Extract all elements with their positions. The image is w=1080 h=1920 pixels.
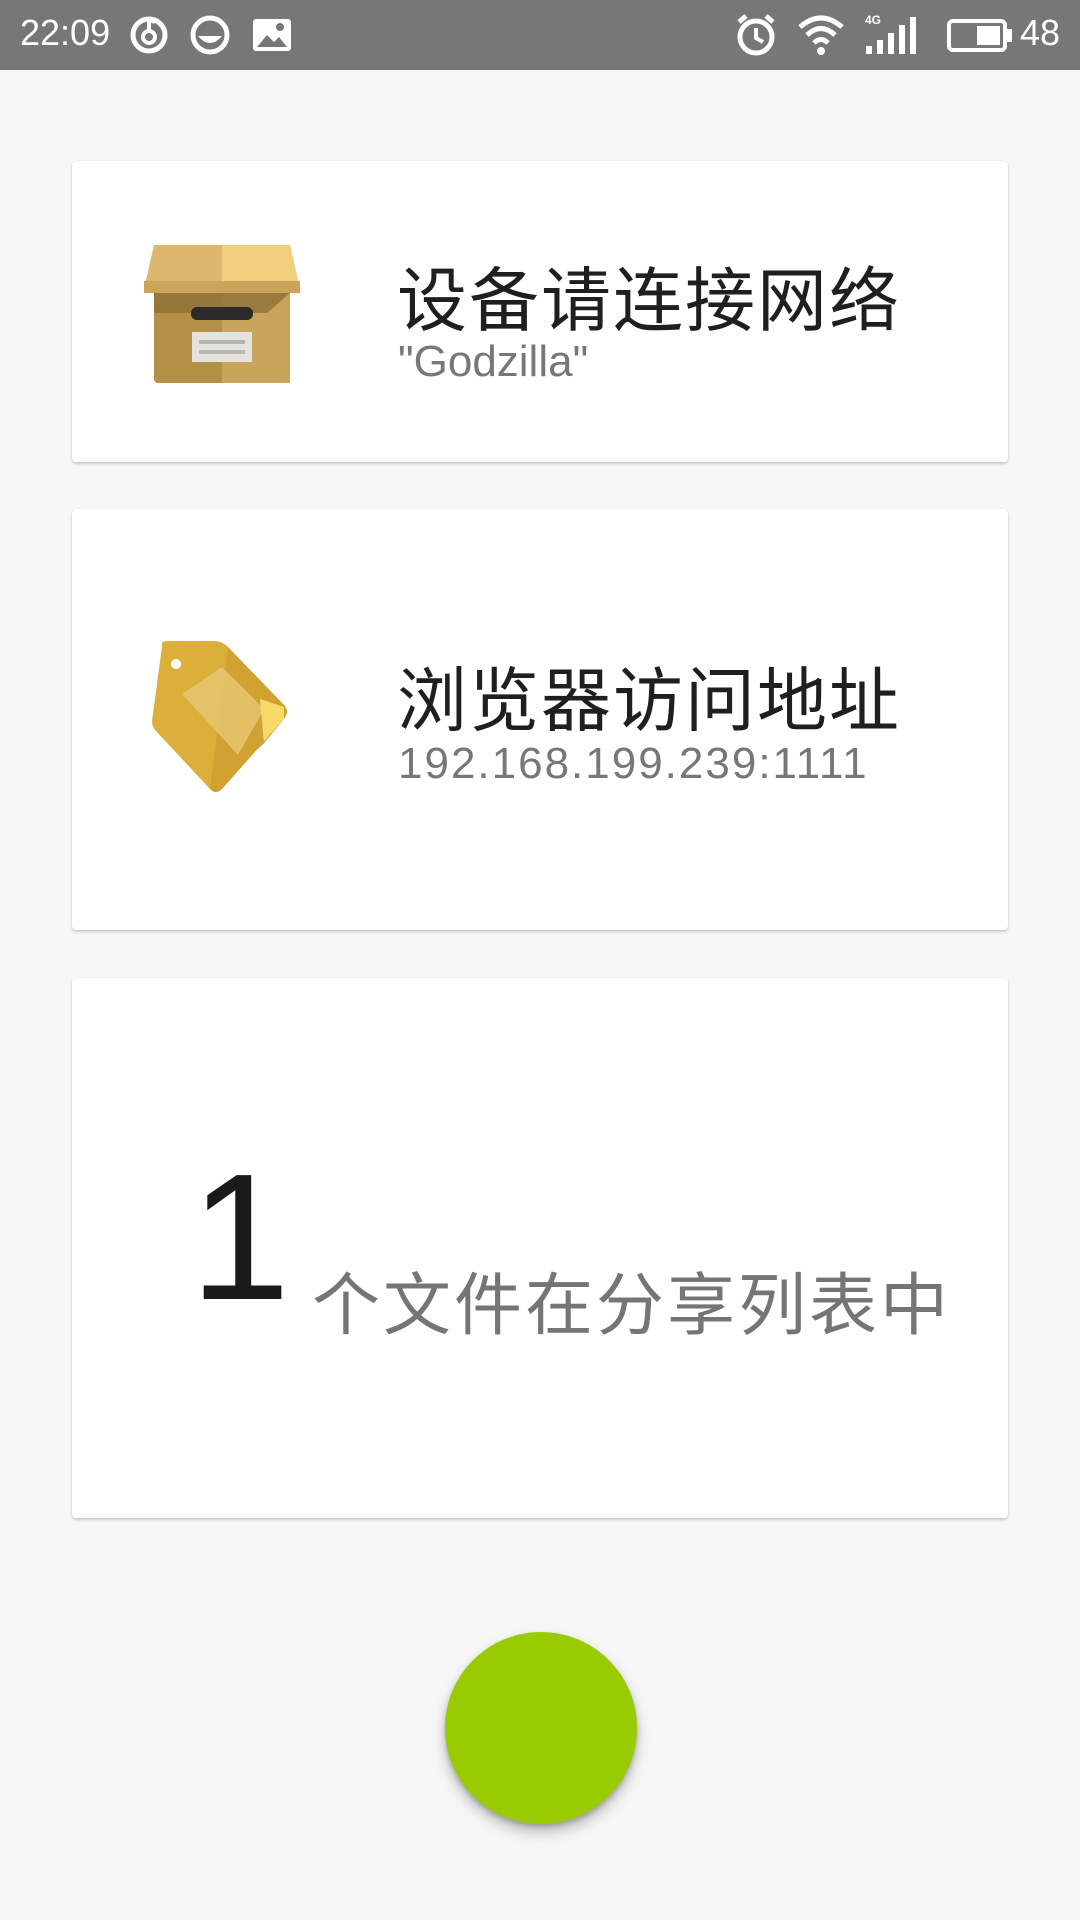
network-card-title: 设备请连接网络 (397, 260, 901, 342)
address-card[interactable]: 浏览器访问地址 192.168.199.239:1111 (72, 509, 1008, 930)
shared-files-card[interactable]: 1 个文件在分享列表中 (72, 978, 1008, 1518)
netease-music-icon (128, 14, 170, 56)
share-action-button[interactable] (445, 1632, 637, 1824)
shared-files-label: 个文件在分享列表中 (312, 1267, 952, 1346)
wifi-icon (797, 12, 845, 58)
signal-4g-icon: 4G (864, 12, 920, 58)
access-address: 192.168.199.239:1111 (398, 739, 869, 788)
tag-icon (152, 639, 292, 803)
shared-files-count: 1 (190, 1137, 291, 1338)
network-card[interactable]: 设备请连接网络 "Godzilla" (72, 161, 1008, 462)
image-notification-icon (250, 14, 292, 56)
app-notification-icon (189, 14, 231, 56)
battery-icon (946, 12, 1014, 58)
address-card-title: 浏览器访问地址 (397, 660, 901, 742)
status-bar: 22:09 4G 48 (0, 0, 1080, 70)
battery-level-text: 48 (1020, 12, 1061, 53)
archive-box-icon (142, 237, 302, 391)
network-name: "Godzilla" (398, 337, 589, 386)
alarm-icon (733, 12, 779, 58)
network-type-text: 4G (865, 13, 881, 27)
status-time: 22:09 (20, 12, 111, 53)
